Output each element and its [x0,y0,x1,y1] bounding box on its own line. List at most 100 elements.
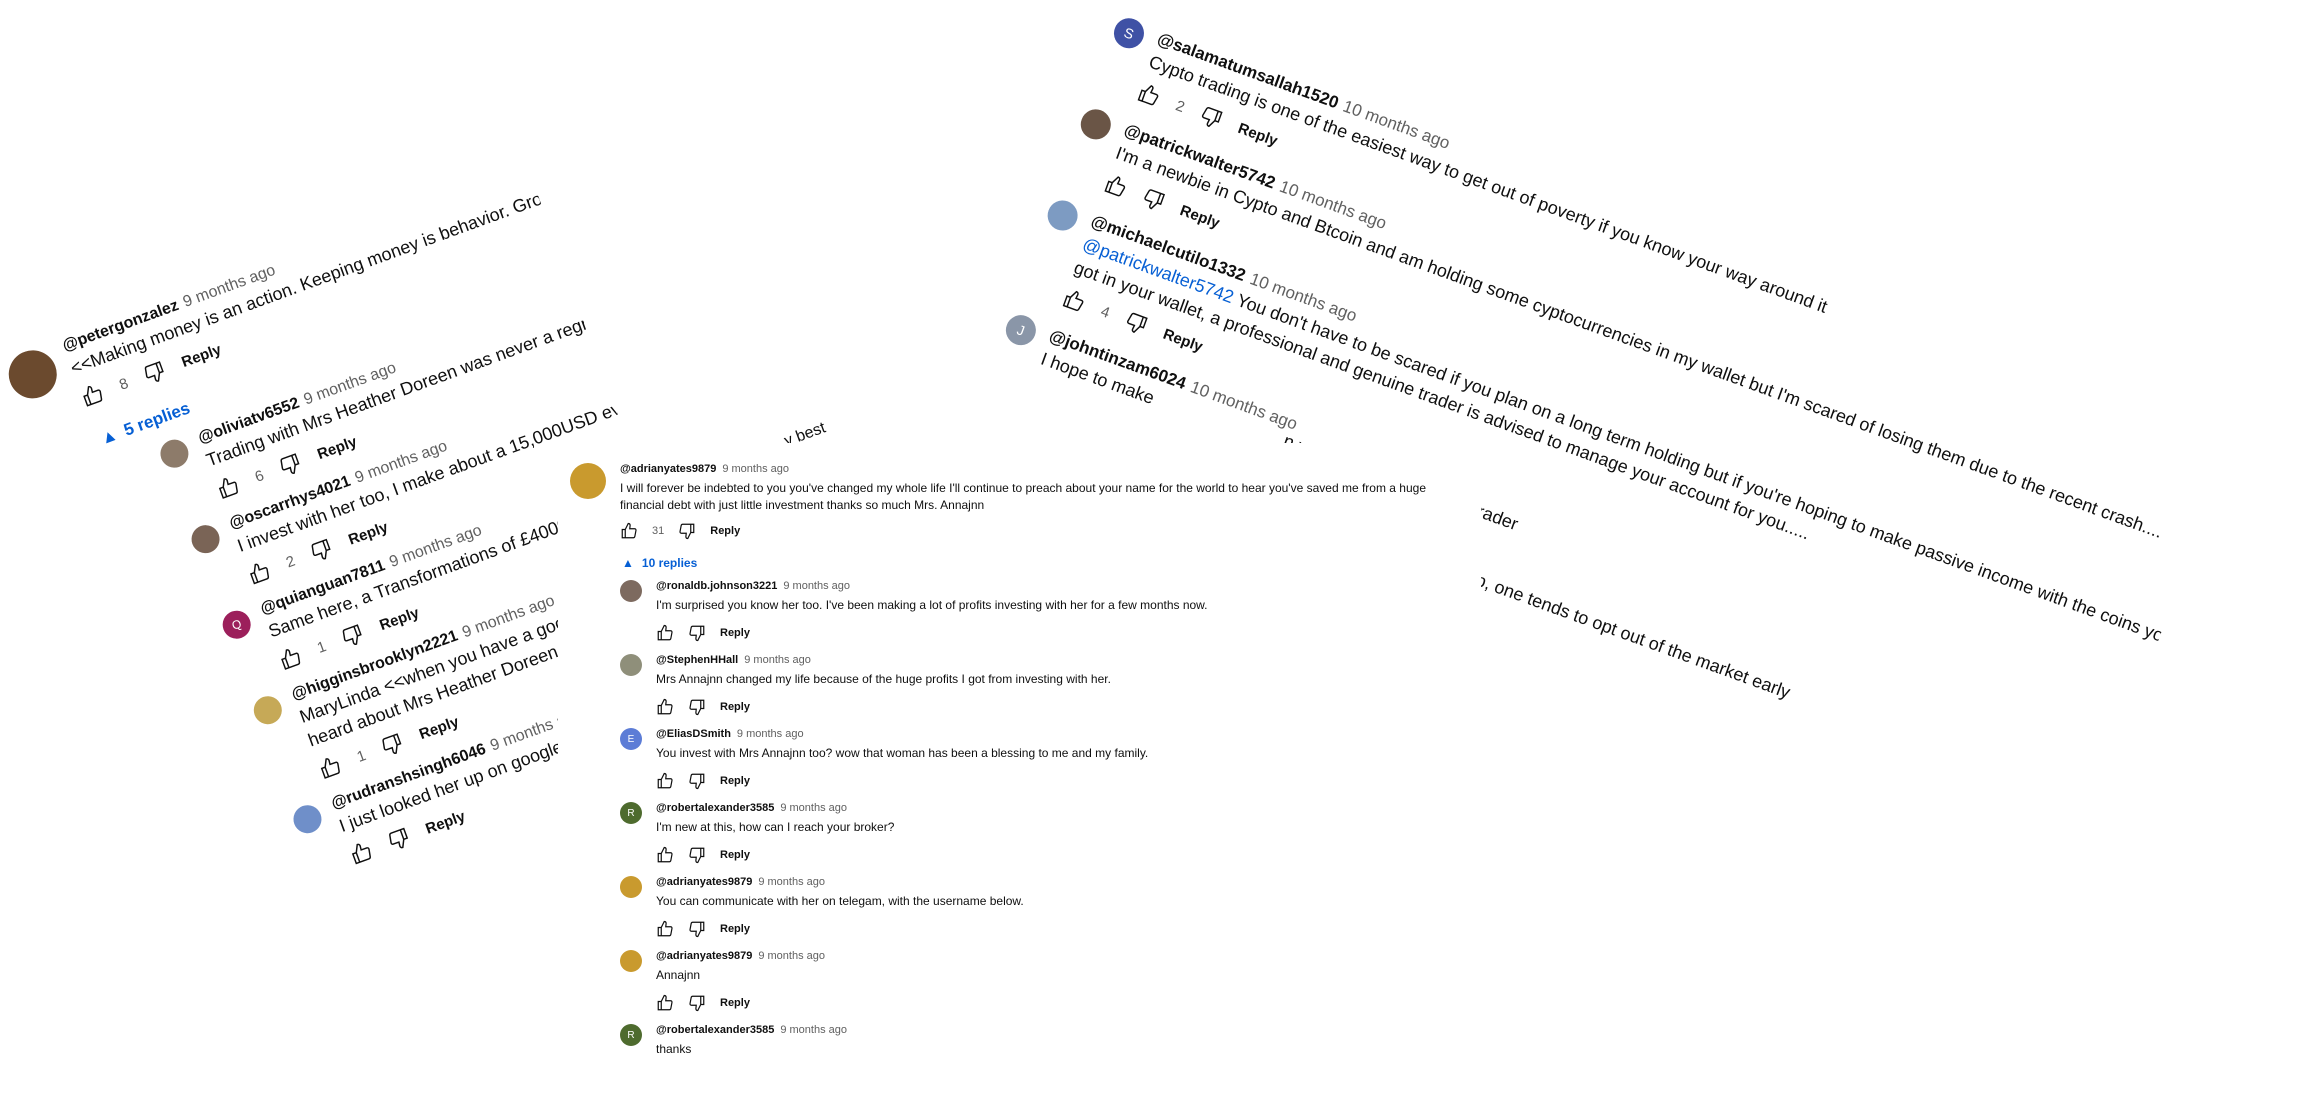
avatar[interactable] [249,692,286,729]
avatar[interactable]: J [1001,310,1041,350]
comment-author[interactable]: @StephenHHall [656,654,738,666]
like-icon[interactable] [656,772,674,790]
like-icon[interactable] [1060,287,1088,315]
reply-button[interactable]: Reply [377,604,421,634]
like-icon[interactable] [214,473,242,501]
dislike-icon[interactable] [688,624,706,642]
like-icon[interactable] [656,846,674,864]
avatar[interactable]: E [620,728,642,750]
like-count: 2 [283,552,298,571]
reply-comment: R @robertalexander3585 9 months ago thank… [620,1024,1471,1058]
reply-comment: @StephenHHall 9 months ago Mrs Annajnn ch… [620,654,1471,716]
reply-button[interactable]: Reply [1161,325,1205,355]
comment-time[interactable]: 9 months ago [780,802,847,814]
dislike-icon[interactable] [276,451,304,479]
dislike-icon[interactable] [688,772,706,790]
like-count: 4 [1098,302,1113,322]
reply-comment: R @robertalexander3585 9 months ago I'm n… [620,802,1471,864]
dislike-icon[interactable] [688,920,706,938]
like-icon[interactable] [656,920,674,938]
chevron-up-icon: ▲ [622,556,634,570]
dislike-icon[interactable] [688,994,706,1012]
like-icon[interactable] [1135,81,1163,109]
like-icon[interactable] [316,753,344,781]
like-icon[interactable] [245,559,273,587]
avatar[interactable] [289,801,326,838]
comment-author[interactable]: @EliasDSmith [656,728,731,740]
reply-button[interactable]: Reply [346,518,390,548]
avatar[interactable] [1043,196,1082,235]
avatar[interactable] [620,654,642,676]
comment-time[interactable]: 9 months ago [758,950,825,962]
comment-time[interactable]: 9 months ago [737,728,804,740]
main-comment-thread: @adrianyates9879 9 months ago I will fore… [568,453,1471,1117]
dislike-icon[interactable] [1122,309,1150,337]
avatar[interactable]: S [1109,14,1149,53]
dislike-icon[interactable] [1139,186,1167,214]
reply-button[interactable]: Reply [720,997,750,1009]
dislike-icon[interactable] [678,522,696,540]
comment-text: I will forever be indebted to you you've… [620,481,1426,512]
avatar[interactable] [570,463,606,499]
avatar[interactable]: Q [218,606,255,643]
avatar[interactable]: R [620,1024,642,1046]
dislike-icon[interactable] [339,622,367,650]
comment-author[interactable]: @adrianyates9879 [656,876,752,888]
replies-toggle-label: 10 replies [641,556,698,570]
like-icon[interactable] [656,624,674,642]
reply-button[interactable]: Reply [710,525,740,537]
dislike-icon[interactable] [1197,103,1225,131]
avatar[interactable] [620,876,642,898]
dislike-icon[interactable] [688,846,706,864]
reply-button[interactable]: Reply [179,341,223,371]
dislike-icon[interactable] [378,731,406,759]
reply-comment: E @EliasDSmith 9 months ago You invest wi… [620,728,1471,790]
comment-time[interactable]: 9 months ago [722,463,789,475]
comment-time[interactable]: 9 months ago [780,1024,847,1036]
comment-author[interactable]: @adrianyates9879 [656,950,752,962]
comment-time[interactable]: 9 months ago [758,876,825,888]
dislike-icon[interactable] [141,358,169,386]
reply-button[interactable]: Reply [315,433,359,463]
like-icon[interactable] [656,994,674,1012]
reply-button[interactable]: Reply [417,713,461,743]
reply-button[interactable]: Reply [720,849,750,861]
reply-comment: @adrianyates9879 9 months ago Annajnn Rep… [620,950,1471,1012]
dislike-icon[interactable] [308,536,336,564]
reply-button[interactable]: Reply [720,775,750,787]
comment-text: I'm new at this, how can I reach your br… [656,820,895,834]
comment-text: Annajnn [656,968,701,982]
comment-author[interactable]: @adrianyates9879 [620,463,716,475]
replies-toggle[interactable]: ▲ 10 replies [622,556,1471,570]
avatar[interactable]: R [620,802,642,824]
avatar[interactable] [187,521,224,558]
like-icon[interactable] [620,522,638,540]
comment-author[interactable]: @ronaldb.johnson3221 [656,580,777,592]
avatar[interactable] [156,435,193,472]
like-icon[interactable] [656,698,674,716]
comment-author[interactable]: @robertalexander3585 [656,1024,774,1036]
comment-author[interactable]: @robertalexander3585 [656,802,774,814]
comment-text: Mrs Annajnn changed my life because of t… [656,672,1111,686]
comment-time[interactable]: 9 months ago [783,580,850,592]
comment-text: You invest with Mrs Annajnn too? wow tha… [656,746,1149,760]
like-icon[interactable] [347,839,375,867]
dislike-icon[interactable] [385,825,413,853]
like-icon[interactable] [78,381,106,409]
replies-toggle-label: 5 replies [121,398,193,440]
reply-button[interactable]: Reply [720,627,750,639]
like-icon[interactable] [276,644,304,672]
dislike-icon[interactable] [688,698,706,716]
reply-button[interactable]: Reply [1236,119,1280,149]
reply-button[interactable]: Reply [423,807,467,837]
avatar[interactable] [1076,105,1116,144]
avatar[interactable] [2,343,64,406]
avatar[interactable] [620,950,642,972]
reply-button[interactable]: Reply [720,923,750,935]
reply-button[interactable]: Reply [1178,202,1222,232]
reply-button[interactable]: Reply [720,701,750,713]
comment-time[interactable]: 9 months ago [744,654,811,666]
avatar[interactable] [620,580,642,602]
like-icon[interactable] [1102,172,1130,200]
comment-fragment: y best [782,419,828,450]
